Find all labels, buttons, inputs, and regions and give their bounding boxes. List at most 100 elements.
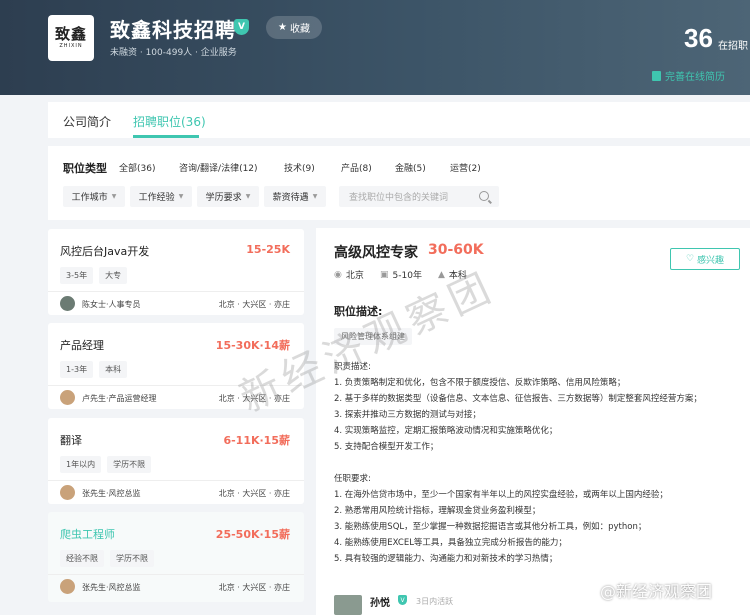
category-consulting[interactable]: 咨询/翻译/法律(12) — [179, 161, 258, 174]
duty-item: 5. 支持配合模型开发工作； — [334, 442, 439, 452]
job-title: 风控后台Java开发 — [60, 245, 150, 258]
open-jobs-count: 36 — [684, 23, 713, 53]
hr-active-status: 3日内活跃 — [416, 597, 454, 606]
duty-item: 4. 实现策略监控，定期汇报策略波动情况和实施策略优化； — [334, 426, 558, 436]
search-placeholder: 查找职位中包含的关键词 — [349, 193, 449, 203]
job-salary: 15-30K·14薪 — [215, 339, 290, 352]
company-logo: 致鑫 ZHIXIN — [48, 15, 94, 61]
job-salary: 25-50K·15薪 — [215, 528, 290, 541]
category-product[interactable]: 产品(8) — [341, 161, 372, 174]
verified-icon: V — [398, 595, 407, 605]
active-tab-indicator — [133, 135, 199, 138]
briefcase-icon: ▣ — [380, 269, 389, 280]
salary-dropdown[interactable]: 薪资待遇 ▼ — [264, 186, 326, 207]
education-dropdown-label: 学历要求 — [205, 193, 242, 203]
duty-item: 3. 探索并推动三方数据的测试与对接； — [334, 410, 481, 420]
recruiter: 陈女士·人事专员 — [82, 300, 141, 309]
avatar — [60, 390, 75, 405]
open-jobs-label: 在招职 — [718, 41, 748, 52]
interested-button[interactable]: ♡ 感兴趣 — [670, 248, 740, 270]
job-salary: 6-11K·15薪 — [223, 434, 290, 447]
requirements-heading: 任职要求: — [334, 474, 371, 484]
job-detail-panel: 高级风控专家 30-60K ♡ 感兴趣 ◉ 北京 ▣ 5-10年 ▲ 本科 职位… — [316, 228, 750, 615]
job-tag: 本科 — [99, 361, 128, 378]
job-description-heading: 职位描述: — [334, 305, 383, 318]
detail-experience-label: 5-10年 — [392, 271, 422, 281]
avatar — [60, 296, 75, 311]
complete-resume-link[interactable]: 完善在线简历 — [652, 68, 725, 83]
keyword-search-input[interactable]: 查找职位中包含的关键词 — [339, 186, 499, 207]
job-tag: 学历不限 — [107, 456, 152, 473]
job-tag: 大专 — [99, 267, 128, 284]
job-location: 北京 · 大兴区 · 亦庄 — [218, 394, 290, 403]
detail-education: ▲ 本科 — [438, 268, 467, 282]
job-card[interactable]: 风控后台Java开发 15-25K 3-5年 大专 陈女士·人事专员 北京 · … — [48, 229, 304, 315]
requirement-item: 2. 熟悉常用风险统计指标，理解现金贷业务盈利模型； — [334, 506, 541, 516]
education-dropdown[interactable]: 学历要求 ▼ — [197, 186, 259, 207]
requirement-item: 1. 在海外信贷市场中，至少一个国家有半年以上的风控实盘经验，或两年以上国内经验… — [334, 490, 668, 500]
category-finance[interactable]: 金融(5) — [395, 161, 426, 174]
experience-dropdown-label: 工作经验 — [138, 193, 175, 203]
avatar — [60, 579, 75, 594]
city-dropdown[interactable]: 工作城市 ▼ — [63, 186, 125, 207]
recruiter: 张先生·风控总监 — [82, 489, 141, 498]
location-pin-icon: ◉ — [334, 269, 342, 280]
company-meta: 未融资 · 100-499人 · 企业服务 — [110, 48, 237, 58]
job-card[interactable]: 产品经理 15-30K·14薪 1-3年 本科 卢先生·产品运营经理 北京 · … — [48, 323, 304, 409]
chevron-down-icon: ▼ — [178, 193, 184, 200]
detail-job-title: 高级风控专家 — [334, 245, 418, 261]
job-tag: 3-5年 — [60, 267, 94, 284]
job-tag: 1年以内 — [60, 456, 102, 473]
duty-item: 1. 负责策略制定和优化，包含不限于额度授信、反欺诈策略、信用风险策略； — [334, 378, 626, 388]
tab-company-intro[interactable]: 公司简介 — [63, 113, 111, 130]
divider — [48, 480, 304, 481]
duties-heading: 职责描述: — [334, 362, 371, 372]
salary-dropdown-label: 薪资待遇 — [272, 193, 309, 203]
logo-mark: 致鑫 — [54, 25, 87, 43]
category-operations[interactable]: 运营(2) — [450, 161, 481, 174]
complete-resume-label: 完善在线简历 — [665, 72, 725, 83]
divider — [48, 385, 304, 386]
job-card[interactable]: 爬虫工程师 25-50K·15薪 经验不限 学历不限 张先生·风控总监 北京 ·… — [48, 512, 304, 602]
category-all[interactable]: 全部(36) — [119, 161, 155, 174]
hr-name: 孙悦 — [370, 598, 390, 609]
category-tech[interactable]: 技术(9) — [284, 161, 315, 174]
job-title: 翻译 — [60, 434, 82, 447]
job-filters: 职位类型 全部(36) 咨询/翻译/法律(12) 技术(9) 产品(8) 金融(… — [48, 146, 750, 220]
collect-label: 收藏 — [289, 24, 310, 35]
divider — [48, 291, 304, 292]
divider — [48, 574, 304, 575]
detail-city: ◉ 北京 — [334, 268, 364, 282]
job-salary: 15-25K — [246, 243, 290, 256]
experience-dropdown[interactable]: 工作经验 ▼ — [130, 186, 192, 207]
hr-avatar — [334, 595, 362, 615]
chevron-down-icon: ▼ — [111, 193, 117, 200]
job-tag: 学历不限 — [110, 550, 154, 567]
graduation-cap-icon: ▲ — [438, 269, 445, 280]
tab-job-openings[interactable]: 招聘职位(36) — [133, 113, 206, 130]
search-icon[interactable] — [479, 191, 489, 201]
collect-button[interactable]: ★ 收藏 — [266, 16, 322, 39]
requirement-item: 4. 能熟练使用EXCEL等工具，具备独立完成分析报告的能力； — [334, 538, 567, 548]
job-card[interactable]: 翻译 6-11K·15薪 1年以内 学历不限 张先生·风控总监 北京 · 大兴区… — [48, 418, 304, 504]
detail-experience: ▣ 5-10年 — [380, 268, 422, 282]
interested-label: 感兴趣 — [697, 255, 725, 266]
heart-icon: ♡ — [685, 254, 695, 264]
document-icon — [652, 70, 661, 81]
avatar — [60, 485, 75, 500]
recruiter: 卢先生·产品运营经理 — [82, 394, 157, 403]
watermark-corner: @新经济观察团 — [600, 582, 713, 601]
detail-education-label: 本科 — [448, 271, 467, 281]
job-location: 北京 · 大兴区 · 亦庄 — [218, 489, 290, 498]
recruiter: 张先生·风控总监 — [82, 583, 141, 592]
duty-item: 2. 基于多样的数据类型（设备信息、文本信息、征信报告、三方数据等）制定整套风控… — [334, 394, 702, 404]
company-name: 致鑫科技招聘 — [110, 18, 236, 42]
job-title: 产品经理 — [60, 339, 104, 352]
verified-icon: V — [234, 19, 249, 35]
company-header: 致鑫 ZHIXIN 致鑫科技招聘 V ★ 收藏 未融资 · 100-499人 ·… — [0, 0, 750, 95]
filter-title: 职位类型 — [63, 162, 107, 175]
chevron-down-icon: ▼ — [312, 193, 318, 200]
star-icon: ★ — [278, 22, 287, 33]
job-title: 爬虫工程师 — [60, 528, 115, 541]
logo-sub: ZHIXIN — [59, 43, 83, 49]
